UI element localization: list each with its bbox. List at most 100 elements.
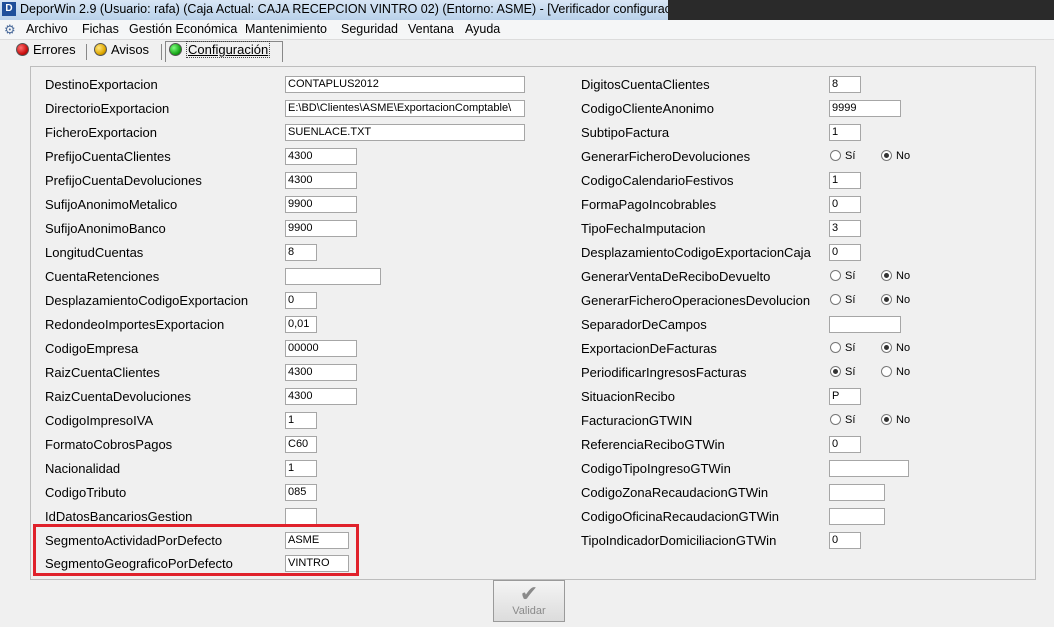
input-codigo-impreso-iva[interactable]: 1 [285,412,317,429]
label-destino-exportacion: DestinoExportacion [45,77,158,92]
label-codigo-empresa: CodigoEmpresa [45,341,139,356]
radio-no-generar-fichero-devoluciones[interactable]: No [881,150,910,162]
menu-ventana[interactable]: Ventana [408,22,454,36]
radio-yes-generar-fichero-devoluciones[interactable]: Sí [830,150,855,162]
label-codigo-cliente-anonimo: CodigoClienteAnonimo [581,101,714,116]
label-desplazamiento-codigo-exportacion: DesplazamientoCodigoExportacion [45,293,249,308]
label-periodificar-ingresos-facturas: PeriodificarIngresosFacturas [581,365,747,380]
radio-no-generar-fichero-operaciones-devolucion[interactable]: No [881,294,910,306]
input-forma-pago-incobrables[interactable]: 0 [829,196,861,213]
radio-no-exportacion-de-facturas[interactable]: No [881,342,910,354]
radio-circle-icon [830,270,841,281]
menu-bar: ⚙ Archivo Fichas Gestión Económica Mante… [0,20,1054,40]
label-raiz-cuenta-devoluciones: RaizCuentaDevoluciones [45,389,191,404]
input-codigo-empresa[interactable]: 00000 [285,340,357,357]
input-codigo-calendario-festivos[interactable]: 1 [829,172,861,189]
input-raiz-cuenta-clientes[interactable]: 4300 [285,364,357,381]
radio-yes-generar-fichero-operaciones-devolucion[interactable]: Sí [830,294,855,306]
radio-yes-facturacion-gtwin[interactable]: Sí [830,414,855,426]
input-formato-cobros-pagos[interactable]: C60 [285,436,317,453]
label-situacion-recibo: SituacionRecibo [581,389,675,404]
tab-separator [86,44,87,60]
radio-circle-icon [881,342,892,353]
input-destino-exportacion[interactable]: CONTAPLUS2012 [285,76,525,93]
highlight-annotation [33,524,359,576]
label-codigo-tipo-ingreso-gtwin: CodigoTipoIngresoGTWin [581,461,731,476]
label-desplazamiento-codigo-exportacion-caja: DesplazamientoCodigoExportacionCaja [581,245,811,260]
input-subtipo-factura[interactable]: 1 [829,124,861,141]
radio-no-facturacion-gtwin[interactable]: No [881,414,910,426]
radio-no-periodificar-ingresos-facturas[interactable]: No [881,366,910,378]
label-formato-cobros-pagos: FormatoCobrosPagos [45,437,173,452]
title-bar: D DeporWin 2.9 (Usuario: rafa) (Caja Act… [0,0,1054,21]
label-tipo-fecha-imputacion: TipoFechaImputacion [581,221,706,236]
input-tipo-fecha-imputacion[interactable]: 3 [829,220,861,237]
input-raiz-cuenta-devoluciones[interactable]: 4300 [285,388,357,405]
label-codigo-impreso-iva: CodigoImpresoIVA [45,413,154,428]
tab-configuracion[interactable]: Configuración [165,41,283,62]
input-separador-de-campos[interactable] [829,316,901,333]
input-situacion-recibo[interactable]: P [829,388,861,405]
menu-mantenimiento[interactable]: Mantenimiento [245,22,327,36]
window-title: DeporWin 2.9 (Usuario: rafa) (Caja Actua… [20,2,742,16]
green-status-icon [169,43,182,56]
menu-gestion-economica[interactable]: Gestión Económica [129,22,237,36]
radio-circle-icon [881,414,892,425]
radio-circle-icon [830,366,841,377]
radio-label: Sí [845,414,856,426]
radio-circle-icon [830,342,841,353]
input-desplazamiento-codigo-exportacion[interactable]: 0 [285,292,317,309]
input-longitud-cuentas[interactable]: 8 [285,244,317,261]
tab-errores-label: Errores [33,42,76,57]
red-status-icon [16,43,29,56]
input-digitos-cuenta-clientes[interactable]: 8 [829,76,861,93]
menu-archivo[interactable]: Archivo [26,22,68,36]
input-id-datos-bancarios-gestion[interactable] [285,508,317,525]
input-referencia-recibo-gtwin[interactable]: 0 [829,436,861,453]
label-redondeo-importes-exportacion: RedondeoImportesExportacion [45,317,225,332]
input-codigo-cliente-anonimo[interactable]: 9999 [829,100,901,117]
label-id-datos-bancarios-gestion: IdDatosBancariosGestion [45,509,193,524]
menu-ayuda[interactable]: Ayuda [465,22,500,36]
label-generar-fichero-devoluciones: GenerarFicheroDevoluciones [581,149,751,164]
input-prefijo-cuenta-devoluciones[interactable]: 4300 [285,172,357,189]
input-codigo-zona-recaudacion-gtwin[interactable] [829,484,885,501]
label-facturacion-gtwin: FacturacionGTWIN [581,413,693,428]
radio-yes-exportacion-de-facturas[interactable]: Sí [830,342,855,354]
radio-label: No [896,342,911,354]
label-generar-fichero-operaciones-devolucion: GenerarFicheroOperacionesDevolucion [581,293,811,308]
label-digitos-cuenta-clientes: DigitosCuentaClientes [581,77,710,92]
tab-configuracion-label: Configuración [186,41,271,58]
radio-label: No [896,414,911,426]
label-separador-de-campos: SeparadorDeCampos [581,317,707,332]
label-sufijo-anonimo-banco: SufijoAnonimoBanco [45,221,166,236]
radio-no-generar-venta-de-recibo-devuelto[interactable]: No [881,270,910,282]
validar-button[interactable]: ✔ Validar [493,580,565,622]
input-redondeo-importes-exportacion[interactable]: 0,01 [285,316,317,333]
tab-avisos[interactable]: Avisos [94,42,149,61]
tab-errores[interactable]: Errores [16,42,76,61]
label-directorio-exportacion: DirectorioExportacion [45,101,170,116]
input-sufijo-anonimo-metalico[interactable]: 9900 [285,196,357,213]
input-codigo-tipo-ingreso-gtwin[interactable] [829,460,909,477]
input-prefijo-cuenta-clientes[interactable]: 4300 [285,148,357,165]
label-fichero-exportacion: FicheroExportacion [45,125,157,140]
label-raiz-cuenta-clientes: RaizCuentaClientes [45,365,160,380]
input-sufijo-anonimo-banco[interactable]: 9900 [285,220,357,237]
menu-fichas[interactable]: Fichas [82,22,119,36]
input-directorio-exportacion[interactable]: E:\BD\Clientes\ASME\ExportacionComptable… [285,100,525,117]
radio-yes-periodificar-ingresos-facturas[interactable]: Sí [830,366,855,378]
tools-icon[interactable]: ⚙ [4,22,16,38]
radio-circle-icon [881,150,892,161]
input-desplazamiento-codigo-exportacion-caja[interactable]: 0 [829,244,861,261]
input-codigo-tributo[interactable]: 085 [285,484,317,501]
input-tipo-indicador-domiciliacion-gtwin[interactable]: 0 [829,532,861,549]
input-cuenta-retenciones[interactable] [285,268,381,285]
checkmark-icon: ✔ [519,581,539,606]
radio-yes-generar-venta-de-recibo-devuelto[interactable]: Sí [830,270,855,282]
label-exportacion-de-facturas: ExportacionDeFacturas [581,341,717,356]
menu-seguridad[interactable]: Seguridad [341,22,398,36]
input-nacionalidad[interactable]: 1 [285,460,317,477]
input-fichero-exportacion[interactable]: SUENLACE.TXT [285,124,525,141]
input-codigo-oficina-recaudacion-gtwin[interactable] [829,508,885,525]
